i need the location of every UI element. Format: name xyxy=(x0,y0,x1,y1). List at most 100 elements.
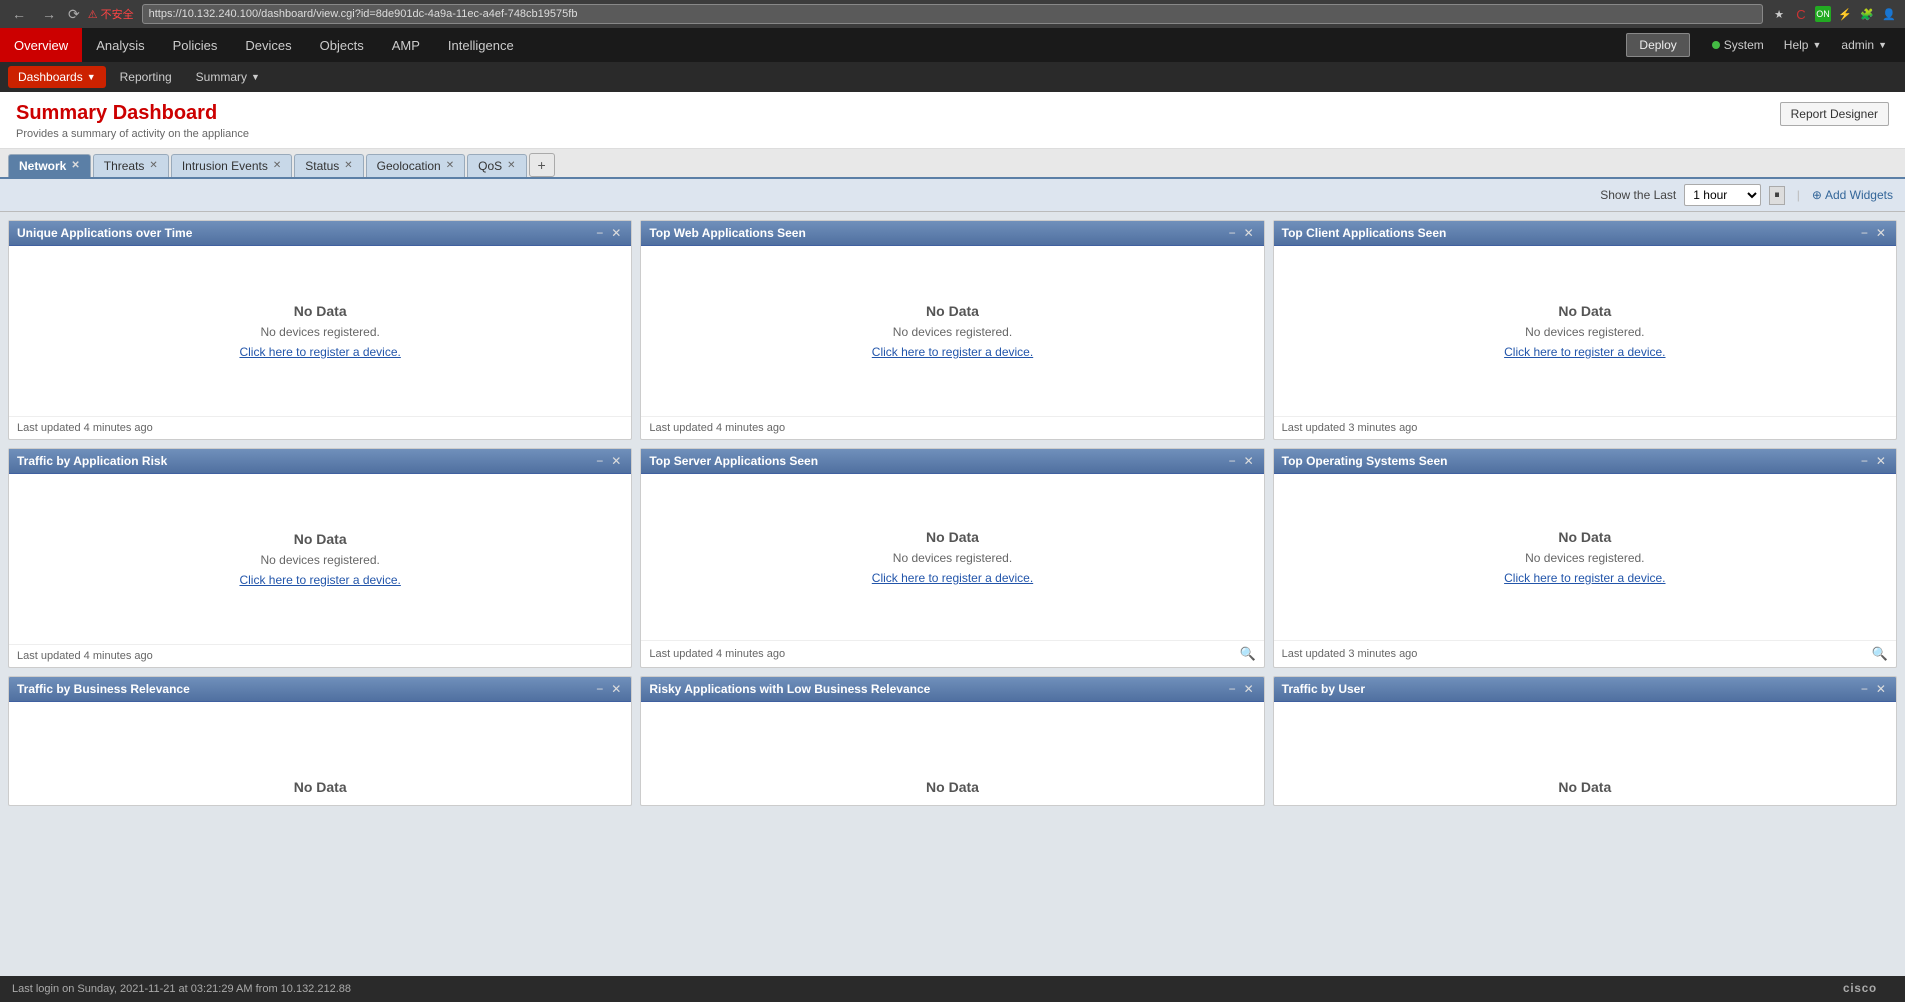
widget-traffic-app-risk-footer: Last updated 4 minutes ago xyxy=(9,644,631,667)
widget-top-os-minimize[interactable]: − xyxy=(1859,455,1870,467)
show-last-label: Show the Last xyxy=(1600,188,1676,202)
bookmark-icon[interactable]: ★ xyxy=(1771,6,1787,22)
widget-row-1: Unique Applications over Time − ✕ No Dat… xyxy=(8,220,1897,440)
nav-help[interactable]: Help ▼ xyxy=(1774,38,1832,52)
widget-unique-applications-controls: − ✕ xyxy=(594,227,623,239)
tab-intrusion-events[interactable]: Intrusion Events ✕ xyxy=(171,154,292,177)
no-devices-label: No devices registered. xyxy=(1525,325,1644,339)
tab-network[interactable]: Network ✕ xyxy=(8,154,91,177)
tab-intrusion-events-close[interactable]: ✕ xyxy=(273,161,281,171)
widget-unique-applications-body: No Data No devices registered. Click her… xyxy=(9,246,631,416)
widget-traffic-business-body: No Data xyxy=(9,702,631,805)
widget-traffic-user-close[interactable]: ✕ xyxy=(1874,683,1888,695)
widget-top-client-apps-close[interactable]: ✕ xyxy=(1874,227,1888,239)
secondary-nav-summary[interactable]: Summary ▼ xyxy=(186,66,270,88)
widget-traffic-business-title: Traffic by Business Relevance xyxy=(17,682,190,696)
tab-geolocation[interactable]: Geolocation ✕ xyxy=(366,154,465,177)
widget-traffic-user-minimize[interactable]: − xyxy=(1859,683,1870,695)
tab-threats-close[interactable]: ✕ xyxy=(149,161,157,171)
widget-top-server-apps-header: Top Server Applications Seen − ✕ xyxy=(641,449,1263,474)
extension-icon-2[interactable]: ON xyxy=(1815,6,1831,22)
widget-unique-applications-close[interactable]: ✕ xyxy=(609,227,623,239)
forward-button[interactable]: → xyxy=(38,4,60,24)
widget-top-os-close[interactable]: ✕ xyxy=(1874,455,1888,467)
register-device-link[interactable]: Click here to register a device. xyxy=(1504,345,1665,359)
register-device-link[interactable]: Click here to register a device. xyxy=(1504,571,1665,585)
pause-button[interactable]: ⏸ xyxy=(1769,186,1785,205)
add-tab-button[interactable]: + xyxy=(529,153,555,177)
widget-risky-apps: Risky Applications with Low Business Rel… xyxy=(640,676,1264,806)
widget-top-web-apps-close[interactable]: ✕ xyxy=(1242,227,1256,239)
widget-unique-applications-title: Unique Applications over Time xyxy=(17,226,192,240)
back-button[interactable]: ← xyxy=(8,4,30,24)
widget-top-client-apps-controls: − ✕ xyxy=(1859,227,1888,239)
nav-analysis[interactable]: Analysis xyxy=(82,28,158,62)
widget-top-server-apps-footer: Last updated 4 minutes ago 🔍 xyxy=(641,640,1263,667)
widget-traffic-app-risk-controls: − ✕ xyxy=(594,455,623,467)
widget-traffic-app-risk-minimize[interactable]: − xyxy=(594,455,605,467)
browser-bar: ← → ⟳ ⚠ 不安全 https://10.132.240.100/dashb… xyxy=(0,0,1905,28)
tab-status-close[interactable]: ✕ xyxy=(344,161,352,171)
widget-traffic-business: Traffic by Business Relevance − ✕ No Dat… xyxy=(8,676,632,806)
status-bar: Last login on Sunday, 2021-11-21 at 03:2… xyxy=(0,976,1905,1002)
zoom-icon[interactable]: 🔍 xyxy=(1872,646,1888,662)
nav-intelligence[interactable]: Intelligence xyxy=(434,28,528,62)
time-range-select[interactable]: 1 hour 3 hours 6 hours 12 hours 24 hours xyxy=(1684,184,1761,206)
secondary-nav-reporting[interactable]: Reporting xyxy=(110,66,182,88)
widget-top-server-apps-minimize[interactable]: − xyxy=(1227,455,1238,467)
widget-top-server-apps-close[interactable]: ✕ xyxy=(1242,455,1256,467)
widget-top-web-apps-header: Top Web Applications Seen − ✕ xyxy=(641,221,1263,246)
nav-devices[interactable]: Devices xyxy=(231,28,305,62)
widget-traffic-business-close[interactable]: ✕ xyxy=(609,683,623,695)
widget-top-client-apps-minimize[interactable]: − xyxy=(1859,227,1870,239)
nav-amp[interactable]: AMP xyxy=(378,28,434,62)
widget-top-server-apps-body: No Data No devices registered. Click her… xyxy=(641,474,1263,640)
widget-unique-applications-header: Unique Applications over Time − ✕ xyxy=(9,221,631,246)
widget-risky-apps-controls: − ✕ xyxy=(1227,683,1256,695)
widget-traffic-app-risk-body: No Data No devices registered. Click her… xyxy=(9,474,631,644)
widget-unique-applications: Unique Applications over Time − ✕ No Dat… xyxy=(8,220,632,440)
widget-traffic-business-minimize[interactable]: − xyxy=(594,683,605,695)
nav-overview[interactable]: Overview xyxy=(0,28,82,62)
widget-top-server-apps-controls: − ✕ xyxy=(1227,455,1256,467)
tab-qos[interactable]: QoS ✕ xyxy=(467,154,526,177)
widget-top-client-apps-header: Top Client Applications Seen − ✕ xyxy=(1274,221,1896,246)
extension-icon-3[interactable]: ⚡ xyxy=(1837,6,1853,22)
reload-icon[interactable]: ⟳ xyxy=(68,6,80,23)
report-designer-button[interactable]: Report Designer xyxy=(1780,102,1889,126)
widget-top-os-header: Top Operating Systems Seen − ✕ xyxy=(1274,449,1896,474)
tab-qos-close[interactable]: ✕ xyxy=(507,161,515,171)
address-bar[interactable]: https://10.132.240.100/dashboard/view.cg… xyxy=(142,4,1763,24)
widget-traffic-user-controls: − ✕ xyxy=(1859,683,1888,695)
no-data-label: No Data xyxy=(926,303,979,319)
widget-risky-apps-close[interactable]: ✕ xyxy=(1242,683,1256,695)
widget-traffic-app-risk-close[interactable]: ✕ xyxy=(609,455,623,467)
tab-geolocation-close[interactable]: ✕ xyxy=(446,161,454,171)
nav-policies[interactable]: Policies xyxy=(159,28,232,62)
secondary-nav-dashboards[interactable]: Dashboards ▼ xyxy=(8,66,106,88)
widget-traffic-business-controls: − ✕ xyxy=(594,683,623,695)
register-device-link[interactable]: Click here to register a device. xyxy=(239,345,400,359)
widget-unique-applications-minimize[interactable]: − xyxy=(594,227,605,239)
user-icon[interactable]: 👤 xyxy=(1881,6,1897,22)
widget-risky-apps-body: No Data xyxy=(641,702,1263,805)
nav-objects[interactable]: Objects xyxy=(306,28,378,62)
tab-network-close[interactable]: ✕ xyxy=(71,161,79,171)
deploy-button[interactable]: Deploy xyxy=(1626,33,1689,57)
widget-risky-apps-minimize[interactable]: − xyxy=(1227,683,1238,695)
widget-top-web-apps-title: Top Web Applications Seen xyxy=(649,226,805,240)
widget-traffic-user-header: Traffic by User − ✕ xyxy=(1274,677,1896,702)
no-devices-label: No devices registered. xyxy=(260,553,379,567)
tab-threats[interactable]: Threats ✕ xyxy=(93,154,169,177)
zoom-icon[interactable]: 🔍 xyxy=(1239,646,1255,662)
register-device-link[interactable]: Click here to register a device. xyxy=(239,573,400,587)
extension-icon-4[interactable]: 🧩 xyxy=(1859,6,1875,22)
tab-status[interactable]: Status ✕ xyxy=(294,154,363,177)
extension-icon-1[interactable]: C xyxy=(1793,6,1809,22)
register-device-link[interactable]: Click here to register a device. xyxy=(872,571,1033,585)
widget-top-web-apps-minimize[interactable]: − xyxy=(1227,227,1238,239)
register-device-link[interactable]: Click here to register a device. xyxy=(872,345,1033,359)
nav-system[interactable]: System xyxy=(1702,38,1774,52)
nav-admin[interactable]: admin ▼ xyxy=(1831,38,1897,52)
add-widgets-button[interactable]: ⊕ Add Widgets xyxy=(1812,188,1893,202)
